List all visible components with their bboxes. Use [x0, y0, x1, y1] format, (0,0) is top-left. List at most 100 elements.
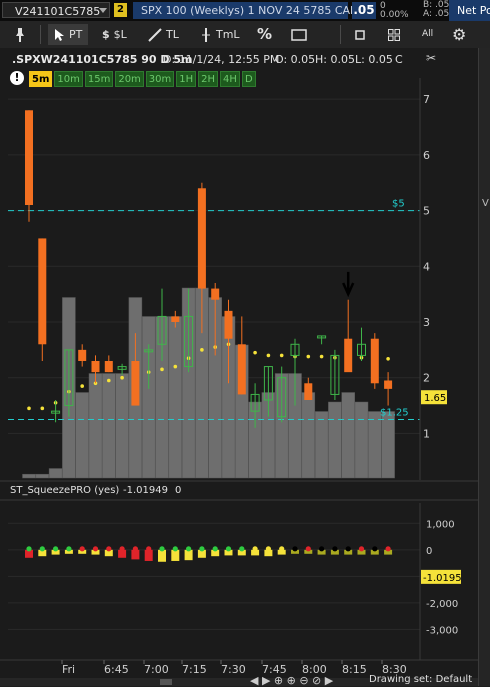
timeline-tool-label: TmL [216, 28, 240, 41]
time-tick-label: 7:30 [221, 663, 246, 676]
volume-bar [381, 411, 395, 479]
price-tick-label: 6 [423, 149, 430, 162]
study-tick-label: 0 [426, 546, 432, 557]
volume-bar [88, 373, 103, 479]
study-dot [386, 356, 390, 361]
squeeze-dot [265, 546, 271, 552]
study-dot [107, 378, 111, 383]
squeeze-dot [212, 546, 218, 552]
rectangle-icon[interactable] [291, 24, 307, 45]
side-panel-edge[interactable]: V [478, 48, 490, 686]
symbol-text: V241101C5785 [15, 5, 101, 18]
chart-open: O: 0.05 [275, 53, 316, 66]
tf-15m[interactable]: 15m [84, 71, 114, 87]
volume-bar [314, 411, 329, 479]
last-price: .05 [352, 2, 376, 19]
study-dot [253, 350, 257, 355]
candle-body [131, 361, 140, 406]
drawing-set-selector[interactable]: Drawing set: Default [369, 674, 472, 685]
tf-10m[interactable]: 10m [54, 71, 83, 87]
volume-bar [168, 316, 183, 479]
grid-icon[interactable] [388, 24, 400, 45]
net-change-percent: 0.00% [380, 10, 409, 20]
volume-bar [35, 473, 50, 479]
price-chart[interactable]: $5$1.25 12345671.65 1,0000-1,000-2,000-3… [0, 48, 478, 686]
volume-bar [368, 411, 382, 479]
pushpin-icon[interactable] [14, 24, 26, 45]
squeeze-dot [332, 546, 338, 552]
volume-bar [354, 401, 369, 479]
price-level-tool-button[interactable]: $ $L [102, 24, 127, 45]
squeeze-dot [66, 546, 72, 552]
volume-bar [102, 373, 116, 479]
study-dot [80, 384, 84, 388]
candle-body [197, 188, 206, 289]
percent-tool-button[interactable]: % [257, 24, 272, 45]
trendline-tool-button[interactable]: TL [148, 24, 179, 45]
candle-body [304, 383, 313, 400]
candle-body [25, 110, 33, 205]
link-group-badge[interactable]: 2 [114, 3, 127, 17]
chevron-down-icon[interactable] [99, 8, 107, 13]
squeeze-dot [159, 546, 165, 552]
study-value: -1.01949 [123, 485, 168, 496]
volume-bar [341, 392, 355, 479]
squeeze-dot [92, 546, 99, 552]
price-tick-label: 7 [423, 93, 430, 106]
histogram-bar [158, 549, 166, 562]
study-dot [160, 367, 164, 372]
candle-body [91, 361, 100, 373]
warning-icon[interactable]: ! [10, 71, 24, 85]
squeeze-dot [106, 546, 112, 552]
study-dot [279, 353, 284, 358]
price-level-label: $5 [392, 199, 405, 210]
symbol-input[interactable]: V241101C5785 [2, 2, 110, 18]
squeeze-dot [172, 546, 178, 552]
chart-close: C [395, 53, 403, 66]
candle-body [344, 338, 353, 373]
candle-body [384, 380, 393, 389]
chart-navigation-tools[interactable]: ◀ ▶ ⊕ ⊕ ⊖ ⊘ ▶ [250, 674, 333, 687]
study-name[interactable]: ST_SqueezePRO (yes) [10, 485, 119, 496]
price-tick-label: 5 [423, 205, 430, 218]
tf-d[interactable]: D [241, 71, 256, 87]
net-pos-button[interactable]: Net Po [449, 0, 490, 21]
tf-4h[interactable]: 4H [220, 71, 240, 87]
study-tick-label: -3,000 [426, 625, 458, 636]
bid-ask: B: .05 A: .05 [423, 1, 449, 19]
square-icon[interactable] [355, 24, 365, 45]
tf-20m[interactable]: 20m [115, 71, 144, 87]
squeeze-dot [119, 546, 125, 552]
timeline-tool-button[interactable]: TmL [200, 24, 240, 45]
tf-1h[interactable]: 1H [176, 71, 197, 87]
gear-icon[interactable]: ⚙ [452, 24, 466, 45]
volume-bar [48, 468, 63, 479]
pointer-tool-button[interactable]: PT [48, 24, 89, 45]
chart-low: L: 0.05 [355, 53, 393, 66]
pointer-tool-label: PT [69, 28, 83, 41]
tf-30m[interactable]: 30m [145, 71, 175, 87]
squeeze-dot [345, 546, 351, 552]
squeeze-dot [292, 546, 298, 552]
squeeze-dot [385, 546, 391, 552]
squeeze-dot [279, 546, 285, 552]
histogram-bar [171, 549, 180, 561]
trendline-tool-label: TL [166, 28, 179, 41]
tf-2h[interactable]: 2H [198, 71, 219, 87]
ask-value: A: .05 [423, 9, 450, 19]
time-tick-label: 7:15 [182, 663, 207, 676]
squeeze-dot [39, 546, 45, 552]
chart-settings-icon[interactable]: ✂ [426, 51, 436, 65]
study-tick-label: 1,000 [426, 519, 455, 530]
chart-toolbar: PT $ $L TL TmL % All ⚙ [0, 21, 490, 49]
tf-5m[interactable]: 5m [29, 71, 53, 87]
volume-bar [75, 392, 89, 479]
price-tick-label: 1 [423, 427, 430, 440]
squeeze-dot [132, 546, 138, 552]
squeeze-dot [252, 546, 258, 552]
all-button[interactable]: All [422, 24, 433, 45]
volume-bar [328, 401, 342, 479]
study-dot [319, 354, 324, 359]
description-text: SPX 100 (Weeklys) 1 NOV 24 5785 CALL [141, 4, 363, 17]
last-price-label: 1.65 [424, 393, 446, 404]
